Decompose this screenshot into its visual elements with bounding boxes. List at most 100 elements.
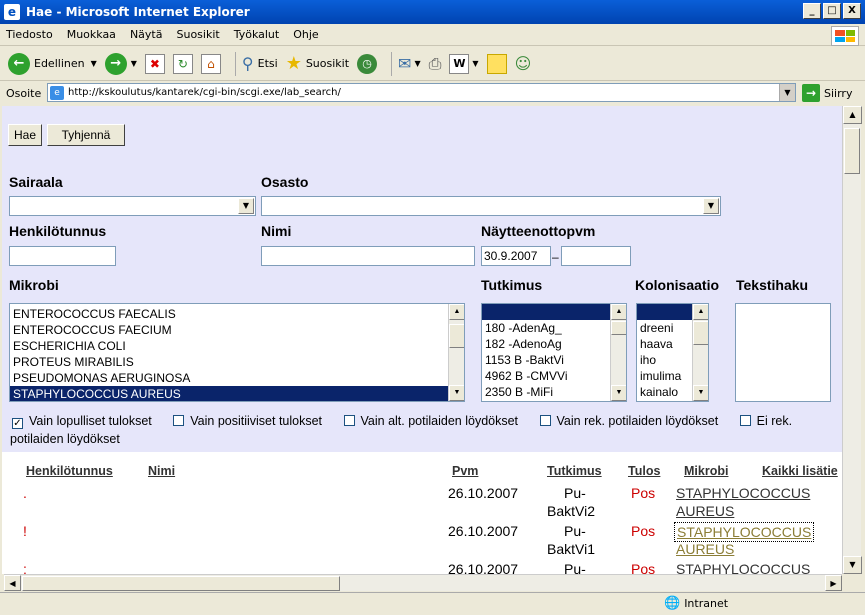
scroll-thumb[interactable] bbox=[611, 321, 626, 335]
scroll-thumb[interactable] bbox=[693, 321, 708, 345]
scroll-up-icon[interactable]: ▲ bbox=[693, 304, 708, 320]
address-bar: Osoite e http://kskoulutus/kantarek/cgi-… bbox=[0, 82, 865, 104]
textsearch-field[interactable] bbox=[735, 303, 831, 402]
menu-tools[interactable]: Työkalut bbox=[234, 28, 280, 41]
list-item[interactable]: ENTEROCOCCUS FAECIUM bbox=[10, 322, 464, 338]
scroll-thumb[interactable] bbox=[844, 128, 860, 174]
home-button[interactable]: ⌂ bbox=[200, 53, 221, 74]
mail-dropdown-icon[interactable]: ▼ bbox=[414, 59, 420, 68]
mail-button[interactable]: ✉ ▼ bbox=[398, 54, 421, 73]
close-button[interactable]: X bbox=[843, 3, 861, 19]
menu-favorites[interactable]: Suosikit bbox=[176, 28, 219, 41]
maximize-button[interactable]: □ bbox=[823, 3, 841, 19]
scroll-thumb[interactable] bbox=[449, 324, 464, 348]
edit-button[interactable]: W ▼ bbox=[449, 53, 479, 74]
toolbar: ← Edellinen ▼ → ▼ ✖ ↻ ⌂ ⚲ Etsi ★ Suosiki… bbox=[0, 47, 865, 81]
stop-button[interactable]: ✖ bbox=[144, 53, 165, 74]
header-result[interactable]: Tulos bbox=[628, 464, 660, 478]
menu-edit[interactable]: Muokkaa bbox=[67, 28, 116, 41]
page-horizontal-scrollbar[interactable]: ◀ ▶ bbox=[4, 574, 842, 591]
refresh-button[interactable]: ↻ bbox=[172, 53, 193, 74]
search-submit-button[interactable]: Hae bbox=[8, 124, 42, 146]
window-title-bar[interactable]: e Hae - Microsoft Internet Explorer _ □ … bbox=[0, 0, 865, 24]
menu-view[interactable]: Näytä bbox=[130, 28, 163, 41]
back-button[interactable]: ← Edellinen ▼ bbox=[8, 52, 97, 75]
header-date[interactable]: Pvm bbox=[452, 464, 478, 478]
menu-help[interactable]: Ohje bbox=[293, 28, 318, 41]
clear-button[interactable]: Tyhjennä bbox=[47, 124, 125, 146]
list-item[interactable]: 1153 B -BaktVi bbox=[482, 352, 626, 368]
list-item-selected[interactable]: STAPHYLOCOCCUS AUREUS bbox=[10, 386, 464, 401]
list-item-selected[interactable] bbox=[482, 304, 626, 320]
address-dropdown-icon[interactable]: ▼ bbox=[779, 84, 795, 101]
print-button[interactable]: ⎙ bbox=[429, 54, 442, 74]
positive-results-checkbox[interactable]: Vain positiiviset tulokset bbox=[171, 414, 322, 428]
history-button[interactable]: ◷ bbox=[357, 53, 378, 74]
list-item[interactable]: 2350 B -MiFi bbox=[482, 384, 626, 400]
favorites-button[interactable]: ★ Suosikit bbox=[286, 53, 349, 74]
list-item[interactable]: ESCHERICHIA COLI bbox=[10, 338, 464, 354]
alt-patients-checkbox[interactable]: Vain alt. potilaiden löydökset bbox=[342, 414, 518, 428]
minimize-button[interactable]: _ bbox=[803, 3, 821, 19]
word-icon: W bbox=[449, 53, 470, 74]
scroll-down-icon[interactable]: ▼ bbox=[611, 385, 626, 401]
go-arrow-icon: → bbox=[802, 84, 820, 102]
list-item[interactable]: PSEUDOMONAS AERUGINOSA bbox=[10, 370, 464, 386]
colonization-listbox[interactable]: dreeni haava iho imulima kainalo ▲ ▼ bbox=[636, 303, 709, 402]
forward-dropdown-icon[interactable]: ▼ bbox=[131, 59, 137, 68]
toolbar-separator bbox=[391, 51, 393, 76]
menu-file[interactable]: Tiedosto bbox=[6, 28, 53, 41]
microbe-listbox-scrollbar[interactable]: ▲ ▼ bbox=[448, 304, 464, 401]
scroll-thumb[interactable] bbox=[22, 576, 340, 591]
globe-icon: 🌐 bbox=[664, 596, 681, 611]
list-item[interactable]: ENTEROCOCCUS FAECALIS bbox=[10, 306, 464, 322]
messenger-button[interactable]: ☺ bbox=[515, 54, 532, 73]
header-all-info[interactable]: Kaikki lisätie bbox=[762, 464, 838, 478]
row-microbe-link[interactable]: AUREUS bbox=[676, 502, 734, 520]
list-item[interactable]: PROTEUS MIRABILIS bbox=[10, 354, 464, 370]
row-microbe-link[interactable]: STAPHYLOCOCCUS bbox=[676, 484, 810, 502]
chevron-down-icon: ▼ bbox=[703, 198, 719, 214]
final-results-checkbox[interactable]: ✓ Vain lopulliset tulokset bbox=[10, 414, 152, 429]
page-vertical-scrollbar[interactable]: ▲ ▼ bbox=[842, 106, 862, 574]
date-from-field[interactable]: 30.9.2007 bbox=[481, 246, 551, 266]
list-item[interactable]: 4962 B -CMVVi bbox=[482, 368, 626, 384]
colonization-listbox-scrollbar[interactable]: ▲ ▼ bbox=[692, 304, 708, 401]
forward-button[interactable]: → ▼ bbox=[104, 52, 137, 75]
search-button[interactable]: ⚲ Etsi bbox=[242, 54, 278, 73]
scroll-up-icon[interactable]: ▲ bbox=[449, 304, 464, 320]
scroll-down-icon[interactable]: ▼ bbox=[449, 385, 464, 401]
scroll-down-icon[interactable]: ▼ bbox=[693, 385, 708, 401]
list-item[interactable]: 180 -AdenAg_ bbox=[482, 320, 626, 336]
row-microbe-link[interactable]: STAPHYLOCOCCUS bbox=[676, 560, 810, 574]
header-name[interactable]: Nimi bbox=[148, 464, 175, 478]
header-ssn[interactable]: Henkilötunnus bbox=[26, 464, 113, 478]
scroll-left-icon[interactable]: ◀ bbox=[4, 575, 21, 591]
discuss-button[interactable] bbox=[486, 53, 507, 74]
row-microbe-link[interactable]: AUREUS bbox=[676, 540, 734, 558]
star-icon: ★ bbox=[285, 53, 302, 74]
hospital-select[interactable]: ▼ bbox=[9, 196, 256, 216]
edit-dropdown-icon[interactable]: ▼ bbox=[472, 59, 478, 68]
scroll-down-icon[interactable]: ▼ bbox=[843, 556, 862, 574]
scroll-right-icon[interactable]: ▶ bbox=[825, 575, 842, 591]
address-input[interactable]: e http://kskoulutus/kantarek/cgi-bin/scg… bbox=[47, 83, 796, 102]
department-select[interactable]: ▼ bbox=[261, 196, 721, 216]
exam-listbox-scrollbar[interactable]: ▲ ▼ bbox=[610, 304, 626, 401]
scroll-up-icon[interactable]: ▲ bbox=[611, 304, 626, 320]
exam-listbox[interactable]: 180 -AdenAg_ 182 -AdenoAg 1153 B -BaktVi… bbox=[481, 303, 627, 402]
header-microbe[interactable]: Mikrobi bbox=[684, 464, 728, 478]
back-dropdown-icon[interactable]: ▼ bbox=[91, 59, 97, 68]
list-item[interactable]: 182 -AdenoAg bbox=[482, 336, 626, 352]
date-to-field[interactable] bbox=[561, 246, 631, 266]
name-field[interactable] bbox=[261, 246, 475, 266]
microbe-listbox[interactable]: ENTEROCOCCUS FAECALIS ENTEROCOCCUS FAECI… bbox=[9, 303, 465, 402]
note-icon bbox=[486, 53, 507, 74]
go-button[interactable]: → Siirry bbox=[802, 84, 852, 102]
row-microbe-link[interactable]: STAPHYLOCOCCUS bbox=[674, 522, 815, 542]
chevron-down-icon: ▼ bbox=[238, 198, 254, 214]
header-exam[interactable]: Tutkimus bbox=[547, 464, 602, 478]
ssn-field[interactable] bbox=[9, 246, 116, 266]
scroll-up-icon[interactable]: ▲ bbox=[843, 106, 862, 124]
reg-patients-checkbox[interactable]: Vain rek. potilaiden löydökset bbox=[538, 414, 718, 428]
